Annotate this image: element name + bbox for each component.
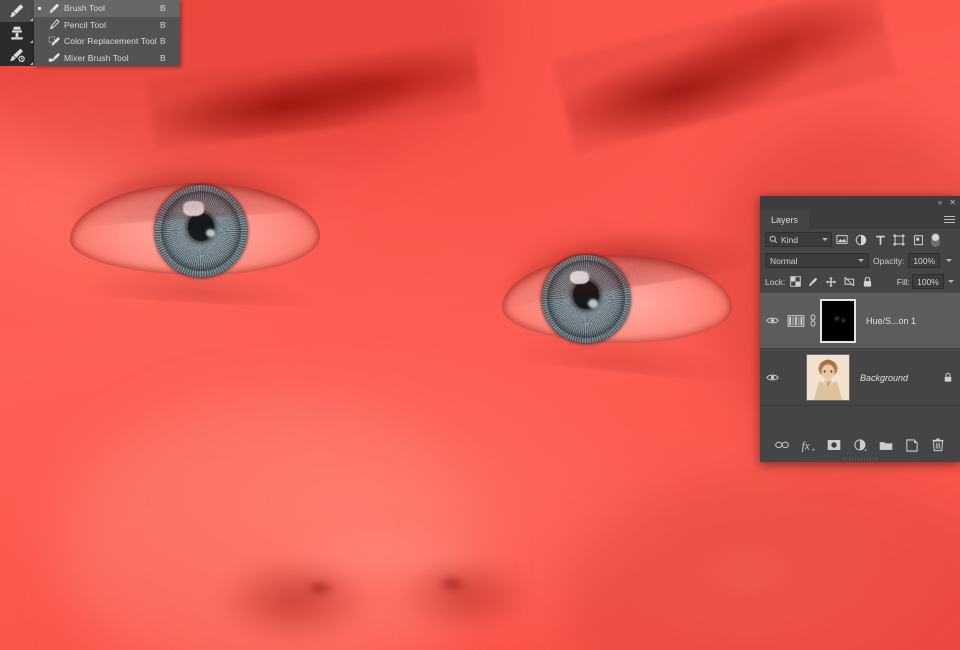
filter-enable-toggle[interactable] (931, 232, 940, 247)
brush-tool-flyout-menu[interactable]: Brush Tool B Pencil Tool B Color Replace… (34, 0, 180, 66)
lock-label: Lock: (765, 276, 786, 287)
tab-label: Layers (771, 214, 799, 225)
link-layers-button[interactable] (775, 438, 789, 452)
type-filter-icon[interactable] (871, 231, 889, 248)
layer-filter-row[interactable]: Kind (760, 229, 960, 250)
opacity-stepper[interactable] (944, 253, 953, 268)
history-brush-icon (10, 48, 25, 63)
flyout-label: Mixer Brush Tool (64, 52, 129, 63)
filter-kind-label: Kind (781, 234, 799, 245)
panel-tab-bar[interactable]: Layers (760, 210, 960, 229)
layer-list[interactable]: Hue/S...on 1 Background (760, 292, 960, 406)
link-icon (775, 441, 789, 449)
flyout-shortcut: B (160, 52, 166, 63)
layers-panel-toolbar[interactable]: fx (760, 434, 960, 456)
trash-icon (932, 438, 944, 452)
stamp-icon (11, 26, 23, 40)
lock-artboard-icon[interactable] (841, 274, 857, 290)
lock-row[interactable]: Lock: Fill: 100% (760, 271, 960, 292)
flyout-item-pencil-tool[interactable]: Pencil Tool B (34, 17, 180, 34)
mask-icon (827, 440, 841, 450)
smart-object-filter-icon[interactable] (909, 231, 927, 248)
tab-layers[interactable]: Layers (760, 210, 810, 229)
opacity-input[interactable]: 100% (908, 253, 941, 268)
history-brush-tool-button[interactable] (0, 44, 34, 66)
panel-titlebar[interactable]: « ✕ (760, 196, 960, 210)
flyout-label: Brush Tool (64, 3, 106, 14)
hue-saturation-icon (787, 314, 805, 327)
chevron-down-icon[interactable] (858, 259, 864, 262)
flyout-label: Color Replacement Tool (64, 36, 157, 47)
pixel-filter-icon[interactable] (833, 231, 851, 248)
flyout-item-color-replacement-tool[interactable]: Color Replacement Tool B (34, 33, 180, 50)
tool-expand-triangle (30, 62, 33, 65)
brush-icon (10, 4, 24, 17)
new-layer-button[interactable] (905, 438, 919, 452)
delete-layer-button[interactable] (931, 438, 945, 452)
flyout-item-brush-tool[interactable]: Brush Tool B (34, 0, 180, 17)
lock-all-icon[interactable] (859, 274, 875, 290)
layer-visibility-toggle[interactable] (760, 316, 784, 325)
layers-panel[interactable]: « ✕ Layers Kind Normal Opacity: 100% Loc… (760, 196, 960, 462)
new-layer-icon (906, 438, 918, 452)
lock-position-icon[interactable] (823, 274, 839, 290)
tool-expand-triangle (30, 18, 33, 21)
pencil-icon (45, 18, 64, 31)
clone-stamp-tool-button[interactable] (0, 22, 34, 44)
color-replacement-icon (45, 35, 64, 48)
flyout-item-mixer-brush-tool[interactable]: Mixer Brush Tool B (34, 50, 180, 67)
panel-menu-icon[interactable] (944, 215, 955, 224)
panel-resize-grip[interactable] (843, 457, 877, 461)
fill-label: Fill: (896, 276, 910, 287)
layer-style-button[interactable]: fx (801, 438, 815, 452)
brush-icon (45, 2, 64, 15)
adjustment-filter-icon[interactable] (852, 231, 870, 248)
tool-expand-triangle (30, 40, 33, 43)
search-icon (769, 235, 778, 244)
table-row[interactable]: Background (760, 349, 960, 406)
flyout-shortcut: B (160, 3, 166, 14)
layer-thumbnail[interactable] (806, 354, 850, 401)
close-icon[interactable]: ✕ (949, 199, 956, 207)
folder-icon (879, 441, 893, 450)
shape-filter-icon[interactable] (890, 231, 908, 248)
blend-mode-value: Normal (770, 255, 798, 266)
eye-icon (765, 374, 779, 381)
fx-icon: fx (802, 440, 815, 452)
mask-paint-dot (835, 316, 839, 320)
add-mask-button[interactable] (827, 438, 841, 452)
new-group-button[interactable] (879, 438, 893, 452)
table-row[interactable]: Hue/S...on 1 (760, 292, 960, 349)
chevron-down-icon[interactable] (822, 238, 828, 241)
flyout-label: Pencil Tool (64, 19, 107, 30)
layer-visibility-toggle[interactable] (760, 373, 784, 382)
layer-name[interactable]: Hue/S...on 1 (856, 316, 960, 326)
mask-paint-dot (842, 318, 845, 322)
mask-link-icon[interactable] (806, 314, 820, 327)
filter-kind-select[interactable]: Kind (765, 232, 832, 247)
layer-locked-icon (936, 372, 960, 383)
collapse-icon[interactable]: « (938, 199, 942, 207)
layer-name[interactable]: Background (850, 373, 936, 383)
lock-image-icon[interactable] (805, 274, 821, 290)
blend-mode-select[interactable]: Normal (765, 253, 869, 268)
tool-strip (0, 0, 34, 66)
flyout-shortcut: B (160, 19, 166, 30)
flyout-shortcut: B (160, 36, 166, 47)
blend-mode-row[interactable]: Normal Opacity: 100% (760, 250, 960, 271)
new-adjustment-button[interactable] (853, 438, 867, 452)
lock-transparent-icon[interactable] (787, 274, 803, 290)
brush-tool-button[interactable] (0, 0, 34, 22)
svg-text:fx: fx (802, 440, 810, 452)
layer-mask-thumbnail[interactable] (820, 298, 856, 343)
opacity-label: Opacity: (873, 255, 905, 266)
eye-icon (765, 317, 779, 324)
mixer-brush-icon (45, 51, 64, 64)
adjustment-layer-thumbnail[interactable] (786, 311, 806, 331)
fill-stepper[interactable] (946, 274, 955, 289)
selected-bullet (34, 6, 45, 10)
adjustment-icon (853, 438, 866, 451)
fill-input[interactable]: 100% (912, 274, 944, 289)
